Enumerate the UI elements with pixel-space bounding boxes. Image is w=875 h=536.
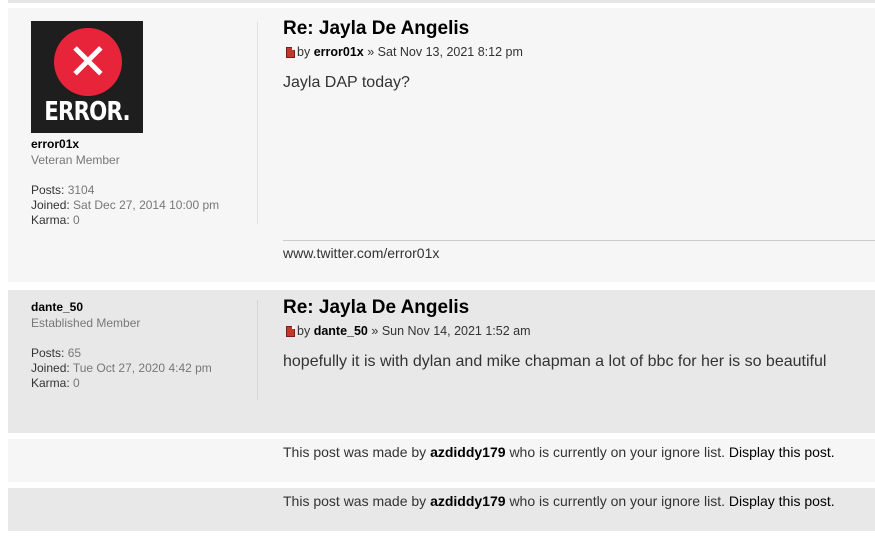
- x-circle-icon: ✕: [54, 28, 122, 96]
- ignored-post-1: This post was made by azdiddy179 who is …: [8, 439, 875, 482]
- top-divider: [8, 0, 875, 3]
- karma-value: 0: [73, 213, 80, 227]
- user-stats: Posts: 65 Joined: Tue Oct 27, 2020 4:42 …: [31, 346, 261, 391]
- user-rank: Veteran Member: [31, 153, 120, 167]
- post-icon[interactable]: [286, 46, 295, 58]
- by-label: by: [297, 324, 311, 338]
- post-title[interactable]: Re: Jayla De Angelis: [283, 18, 875, 40]
- post-content: Jayla DAP today?: [283, 74, 410, 91]
- by-label: by: [297, 45, 311, 59]
- posts-label: Posts:: [31, 346, 65, 360]
- ignore-notice: This post was made by azdiddy179 who is …: [283, 444, 835, 460]
- joined-label: Joined:: [31, 198, 70, 212]
- profile-divider: [257, 300, 258, 400]
- karma-label: Karma:: [31, 376, 70, 390]
- post-profile: ✕ ERROR. error01x Veteran Member Posts: …: [31, 21, 261, 228]
- posts-count[interactable]: 65: [68, 346, 81, 360]
- post-author[interactable]: error01x: [314, 45, 364, 59]
- post-date: Sat Nov 13, 2021 8:12 pm: [377, 45, 523, 59]
- post-icon[interactable]: [286, 325, 295, 337]
- ignore-suffix: who is currently on your ignore list.: [509, 493, 725, 509]
- user-stats: Posts: 3104 Joined: Sat Dec 27, 2014 10:…: [31, 183, 261, 228]
- post-content: hopefully it is with dylan and mike chap…: [283, 353, 827, 370]
- signature-divider: [283, 240, 875, 241]
- avatar-text: ERROR.: [44, 97, 130, 127]
- post-profile: dante_50 Established Member Posts: 65 Jo…: [31, 300, 261, 391]
- post-body: Re: Jayla De Angelis by error01x » Sat N…: [283, 18, 875, 92]
- date-separator: »: [371, 324, 379, 338]
- display-post-link[interactable]: Display this post.: [729, 444, 835, 460]
- posts-count[interactable]: 3104: [68, 183, 95, 197]
- ignored-user[interactable]: azdiddy179: [430, 444, 505, 460]
- ignore-prefix: This post was made by: [283, 493, 427, 509]
- post-meta: by dante_50 » Sun Nov 14, 2021 1:52 am: [283, 324, 875, 338]
- ignore-notice: This post was made by azdiddy179 who is …: [283, 493, 835, 509]
- post-1: ✕ ERROR. error01x Veteran Member Posts: …: [8, 8, 875, 282]
- profile-divider: [257, 22, 258, 224]
- post-title[interactable]: Re: Jayla De Angelis: [283, 297, 875, 319]
- post-author[interactable]: dante_50: [314, 324, 368, 338]
- post-meta: by error01x » Sat Nov 13, 2021 8:12 pm: [283, 45, 875, 59]
- date-separator: »: [367, 45, 375, 59]
- signature-link[interactable]: www.twitter.com/error01x: [283, 245, 439, 261]
- ignore-prefix: This post was made by: [283, 444, 427, 460]
- karma-label: Karma:: [31, 213, 70, 227]
- joined-date: Sat Dec 27, 2014 10:00 pm: [73, 198, 220, 212]
- joined-date: Tue Oct 27, 2020 4:42 pm: [72, 361, 212, 375]
- avatar[interactable]: ✕ ERROR.: [31, 21, 143, 133]
- post-date: Sun Nov 14, 2021 1:52 am: [381, 324, 531, 338]
- ignored-user[interactable]: azdiddy179: [430, 493, 505, 509]
- username-link[interactable]: dante_50: [31, 300, 261, 314]
- user-rank: Established Member: [31, 316, 141, 330]
- post-body: Re: Jayla De Angelis by dante_50 » Sun N…: [283, 297, 875, 371]
- display-post-link[interactable]: Display this post.: [729, 493, 835, 509]
- username-link[interactable]: error01x: [31, 137, 261, 151]
- ignore-suffix: who is currently on your ignore list.: [509, 444, 725, 460]
- posts-label: Posts:: [31, 183, 65, 197]
- karma-value: 0: [73, 376, 80, 390]
- joined-label: Joined:: [31, 361, 70, 375]
- ignored-post-2: This post was made by azdiddy179 who is …: [8, 488, 875, 531]
- post-2: dante_50 Established Member Posts: 65 Jo…: [8, 290, 875, 433]
